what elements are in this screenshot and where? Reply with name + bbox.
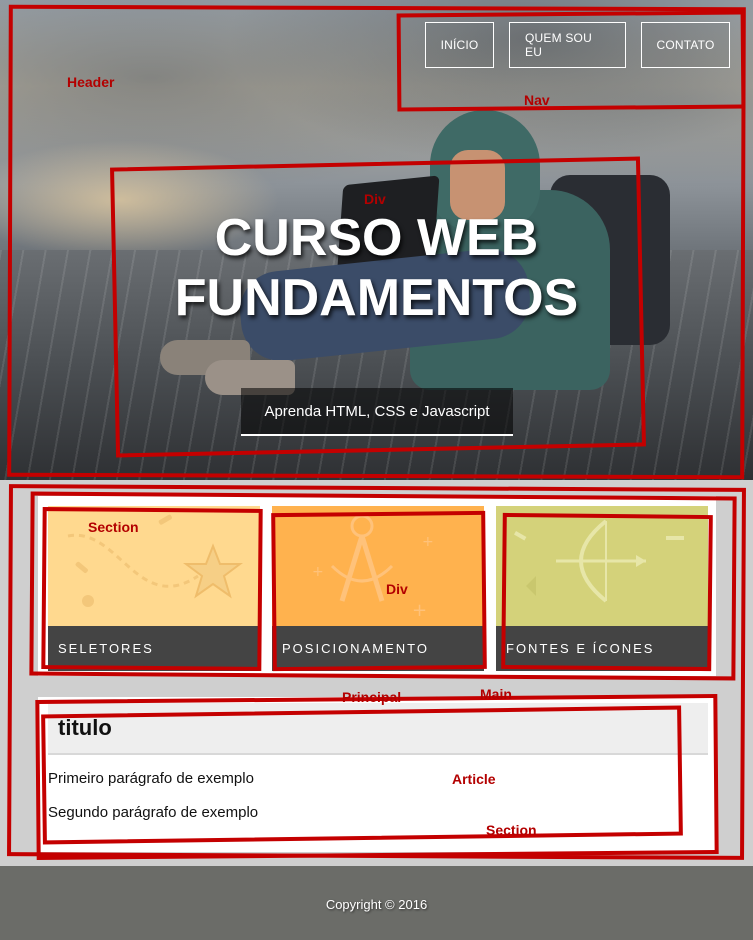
nav-item-contato[interactable]: CONTATO xyxy=(641,22,730,68)
nav-item-quem-sou-eu[interactable]: QUEM SOU EU xyxy=(509,22,626,68)
annotation-label-section: Section xyxy=(88,519,139,535)
hero-title-line2: FUNDAMENTOS xyxy=(174,269,579,327)
hero-subtitle: Aprenda HTML, CSS e Javascript xyxy=(241,388,513,436)
annotation-label-article: Article xyxy=(452,771,496,787)
svg-text:+: + xyxy=(422,534,434,550)
card-illustration xyxy=(48,506,260,626)
annotation-label-section: Section xyxy=(486,822,537,838)
card-label: SELETORES xyxy=(48,626,260,671)
card-fontes-e-icones[interactable]: FONTES E ÍCONES xyxy=(496,506,708,671)
star-doodle-icon xyxy=(67,514,243,607)
nav: INÍCIO QUEM SOU EU CONTATO xyxy=(425,22,730,68)
annotation-label-div: Div xyxy=(386,581,408,597)
annotation-label-header: Header xyxy=(67,74,115,90)
hero-title-line1: CURSO WEB xyxy=(214,209,539,267)
hero-title: CURSO WEB FUNDAMENTOS xyxy=(0,208,753,328)
card-illustration xyxy=(496,506,708,626)
article-paragraph: Primeiro parágrafo de exemplo xyxy=(48,770,254,787)
article-title: titulo xyxy=(58,715,112,740)
svg-text:+: + xyxy=(412,600,427,621)
footer-copyright: Copyright © 2016 xyxy=(325,897,428,912)
annotation-label-principal: Principal xyxy=(342,689,402,705)
card-seletores[interactable]: SELETORES xyxy=(48,506,260,671)
svg-text:+: + xyxy=(312,564,324,580)
nav-item-inicio[interactable]: INÍCIO xyxy=(425,22,494,68)
compass-icon: + + + xyxy=(312,514,434,621)
card-label: FONTES E ÍCONES xyxy=(496,626,708,671)
annotation-label-nav: Nav xyxy=(524,92,550,108)
article-header xyxy=(48,703,708,755)
card-label: POSICIONAMENTO xyxy=(272,626,484,671)
annotation-label-main: Main xyxy=(480,686,512,702)
article-paragraph: Segundo parágrafo de exemplo xyxy=(48,804,259,821)
card-illustration: + + + xyxy=(272,506,484,626)
annotation-label-div: Div xyxy=(364,191,386,207)
card-posicionamento[interactable]: + + + POSICIONAMENTO xyxy=(272,506,484,671)
bow-and-arrow-icon xyxy=(514,519,684,603)
